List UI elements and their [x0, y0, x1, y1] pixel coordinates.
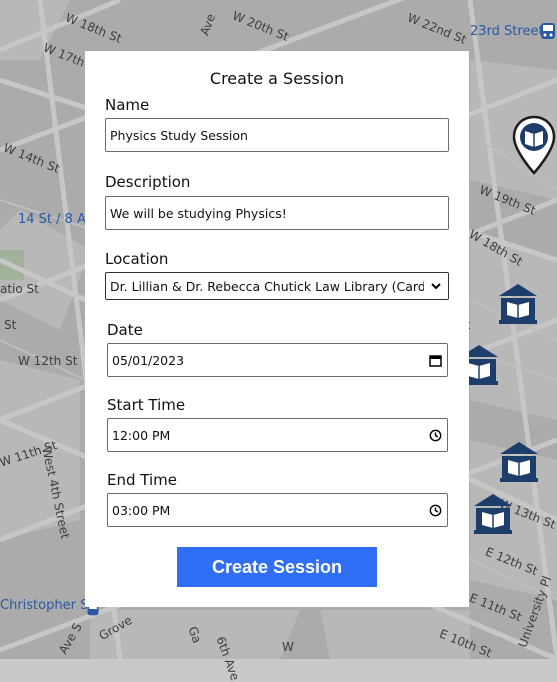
- map-pin-library-icon[interactable]: [512, 115, 556, 177]
- map-label: atio St: [0, 282, 39, 296]
- end-time-label: End Time: [107, 471, 177, 489]
- location-label: Location: [105, 250, 169, 268]
- clock-icon[interactable]: [427, 502, 443, 518]
- date-label: Date: [107, 321, 143, 339]
- date-input[interactable]: 05/01/2023: [107, 343, 448, 377]
- name-input-value: Physics Study Session: [110, 127, 248, 143]
- subway-station-icon[interactable]: [540, 22, 556, 40]
- name-label: Name: [105, 96, 150, 114]
- description-label: Description: [105, 173, 191, 191]
- map-label-station: 23rd Street: [470, 24, 544, 39]
- location-select-value: Dr. Lillian & Dr. Rebecca Chutick Law Li…: [110, 278, 424, 294]
- description-input[interactable]: We will be studying Physics!: [105, 196, 449, 230]
- start-time-input[interactable]: 12:00 PM: [107, 418, 448, 452]
- create-session-button[interactable]: Create Session: [177, 547, 377, 587]
- calendar-icon[interactable]: [427, 352, 443, 368]
- start-time-value: 12:00 PM: [112, 427, 171, 443]
- end-time-input[interactable]: 03:00 PM: [107, 493, 448, 527]
- map-label-station: Christopher St: [0, 598, 94, 613]
- date-input-value: 05/01/2023: [112, 352, 185, 368]
- create-session-modal: Create a Session Name Physics Study Sess…: [85, 51, 469, 607]
- map-label: St: [4, 318, 17, 332]
- map-label: W: [282, 640, 294, 654]
- map-label-station: 14 St / 8 Av: [18, 212, 93, 227]
- name-input[interactable]: Physics Study Session: [105, 118, 449, 152]
- chevron-down-icon: [428, 278, 444, 294]
- map-label: W 12th St: [18, 354, 78, 368]
- start-time-label: Start Time: [107, 396, 186, 414]
- clock-icon[interactable]: [427, 427, 443, 443]
- location-select[interactable]: Dr. Lillian & Dr. Rebecca Chutick Law Li…: [105, 272, 449, 300]
- description-input-value: We will be studying Physics!: [110, 205, 287, 221]
- library-icon[interactable]: [472, 492, 514, 536]
- library-icon[interactable]: [498, 440, 540, 484]
- modal-title: Create a Session: [209, 69, 345, 88]
- end-time-value: 03:00 PM: [112, 502, 171, 518]
- library-icon[interactable]: [497, 282, 539, 326]
